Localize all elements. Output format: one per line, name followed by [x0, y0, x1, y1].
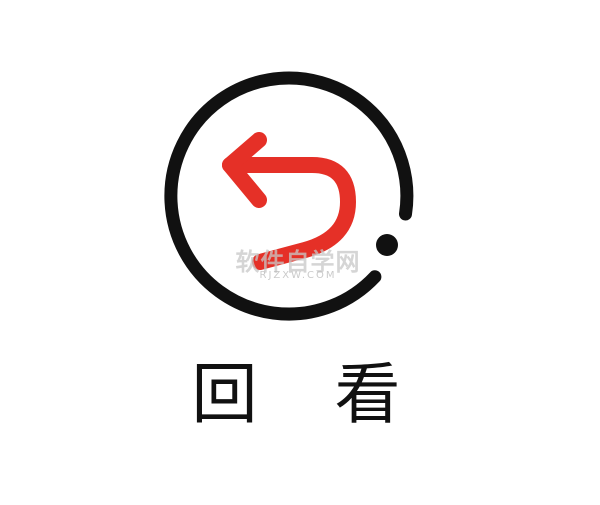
ring-arc [164, 71, 414, 321]
replay-label: 回 看 [191, 356, 429, 433]
ring-dot [376, 234, 398, 256]
